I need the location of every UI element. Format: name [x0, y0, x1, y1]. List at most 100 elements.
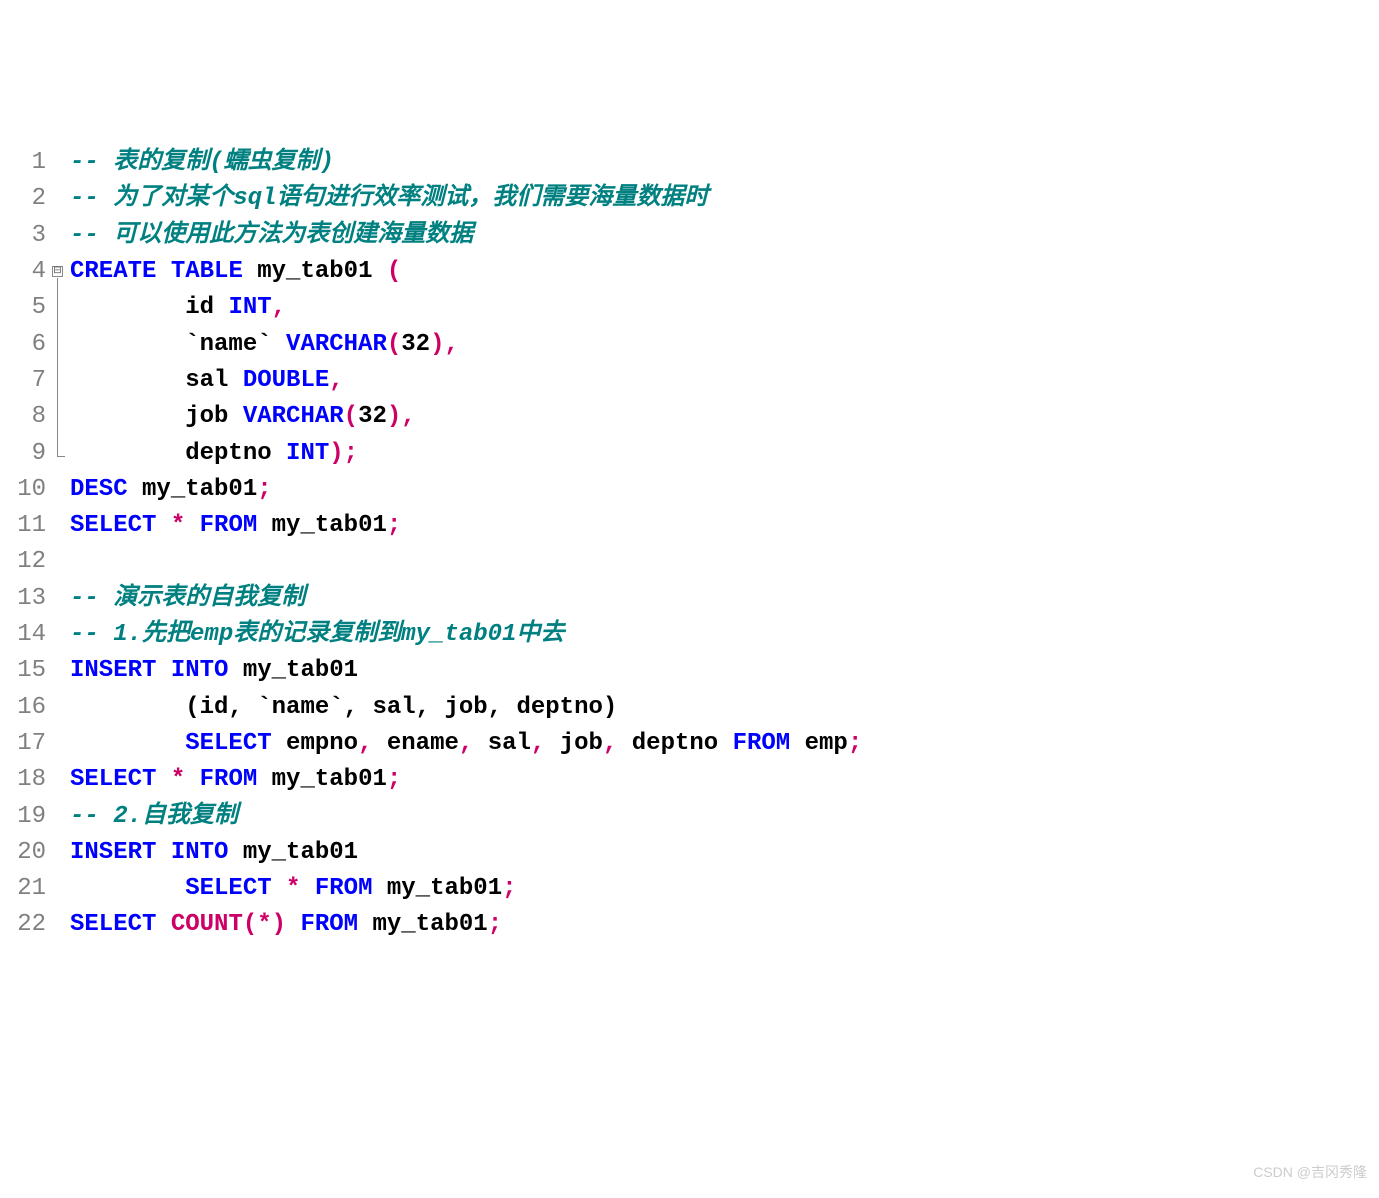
punct: ;: [387, 512, 401, 539]
line-number: 3: [32, 222, 46, 249]
keyword: INSERT: [70, 839, 156, 866]
line-number: 19: [17, 803, 46, 830]
identifier: job: [185, 403, 228, 430]
fold-column: ⊟: [52, 145, 70, 944]
star: *: [171, 512, 185, 539]
fold-guide-line: [57, 278, 58, 456]
comment: -- 演示表的自我复制: [70, 585, 305, 612]
keyword: SELECT: [70, 512, 156, 539]
type: INT: [286, 440, 329, 467]
column-list: (id, `name`, sal, job, deptno): [185, 694, 617, 721]
line-number: 20: [17, 839, 46, 866]
function: COUNT: [171, 911, 243, 938]
identifier: `name`: [185, 331, 271, 358]
punct: ;: [848, 730, 862, 757]
keyword: SELECT: [185, 730, 271, 757]
keyword: TABLE: [171, 258, 243, 285]
bracket: ): [329, 440, 343, 467]
keyword: FROM: [300, 911, 358, 938]
star: *: [286, 875, 300, 902]
identifier: emp: [805, 730, 848, 757]
punct: ;: [387, 766, 401, 793]
line-number: 9: [32, 440, 46, 467]
line-number: 5: [32, 294, 46, 321]
type: DOUBLE: [243, 367, 329, 394]
keyword: INTO: [171, 657, 229, 684]
line-number: 12: [17, 548, 46, 575]
keyword: FROM: [200, 512, 258, 539]
identifier: deptno: [632, 730, 718, 757]
line-number: 14: [17, 621, 46, 648]
keyword: INSERT: [70, 657, 156, 684]
punct: ;: [257, 476, 271, 503]
line-number: 2: [32, 185, 46, 212]
line-number: 11: [17, 512, 46, 539]
line-number-gutter: 1 2 3 4 5 6 7 8 9 10 11 12 13 14 15 16 1…: [0, 145, 52, 944]
bracket: (: [387, 331, 401, 358]
line-number: 22: [17, 911, 46, 938]
identifier: my_tab01: [257, 258, 372, 285]
line-number: 6: [32, 331, 46, 358]
identifier: my_tab01: [243, 657, 358, 684]
line-number: 10: [17, 476, 46, 503]
identifier: id: [185, 294, 214, 321]
identifier: sal: [185, 367, 228, 394]
line-number: 13: [17, 585, 46, 612]
punct: ,: [401, 403, 415, 430]
type: VARCHAR: [286, 331, 387, 358]
comment: -- 为了对某个sql语句进行效率测试，我们需要海量数据时: [70, 185, 708, 212]
punct: ,: [329, 367, 343, 394]
line-number: 1: [32, 149, 46, 176]
code-editor: 1 2 3 4 5 6 7 8 9 10 11 12 13 14 15 16 1…: [0, 145, 1379, 944]
punct: ;: [502, 875, 516, 902]
line-number: 17: [17, 730, 46, 757]
line-number: 4: [32, 258, 46, 285]
keyword: SELECT: [70, 911, 156, 938]
keyword: FROM: [733, 730, 791, 757]
keyword: SELECT: [70, 766, 156, 793]
bracket: (: [344, 403, 358, 430]
identifier: my_tab01: [243, 839, 358, 866]
punct: ;: [344, 440, 358, 467]
comment: -- 2.自我复制: [70, 803, 238, 830]
keyword: FROM: [200, 766, 258, 793]
bracket: (*): [243, 911, 286, 938]
keyword: INTO: [171, 839, 229, 866]
identifier: empno: [286, 730, 358, 757]
punct: ;: [488, 911, 502, 938]
identifier: my_tab01: [142, 476, 257, 503]
identifier: my_tab01: [372, 911, 487, 938]
code-content[interactable]: -- 表的复制(蠕虫复制) -- 为了对某个sql语句进行效率测试，我们需要海量…: [70, 145, 1379, 944]
type: INT: [228, 294, 271, 321]
punct: ,: [445, 331, 459, 358]
line-number: 15: [17, 657, 46, 684]
line-number: 21: [17, 875, 46, 902]
keyword: FROM: [315, 875, 373, 902]
watermark: CSDN @吉冈秀隆: [1253, 1154, 1367, 1190]
identifier: job: [560, 730, 603, 757]
identifier: my_tab01: [272, 766, 387, 793]
identifier: my_tab01: [387, 875, 502, 902]
keyword: SELECT: [185, 875, 271, 902]
line-number: 7: [32, 367, 46, 394]
fold-toggle-icon[interactable]: ⊟: [52, 266, 63, 277]
identifier: ename: [387, 730, 459, 757]
keyword: DESC: [70, 476, 128, 503]
identifier: deptno: [185, 440, 271, 467]
line-number: 16: [17, 694, 46, 721]
comment: -- 表的复制(蠕虫复制): [70, 149, 334, 176]
comment: -- 可以使用此方法为表创建海量数据: [70, 222, 473, 249]
bracket: ): [387, 403, 401, 430]
bracket: (: [387, 258, 401, 285]
number: 32: [358, 403, 387, 430]
number: 32: [401, 331, 430, 358]
fold-end-marker: [57, 456, 65, 457]
star: *: [171, 766, 185, 793]
type: VARCHAR: [243, 403, 344, 430]
identifier: sal: [488, 730, 531, 757]
identifier: my_tab01: [272, 512, 387, 539]
bracket: ): [430, 331, 444, 358]
line-number: 8: [32, 403, 46, 430]
line-number: 18: [17, 766, 46, 793]
punct: ,: [272, 294, 286, 321]
